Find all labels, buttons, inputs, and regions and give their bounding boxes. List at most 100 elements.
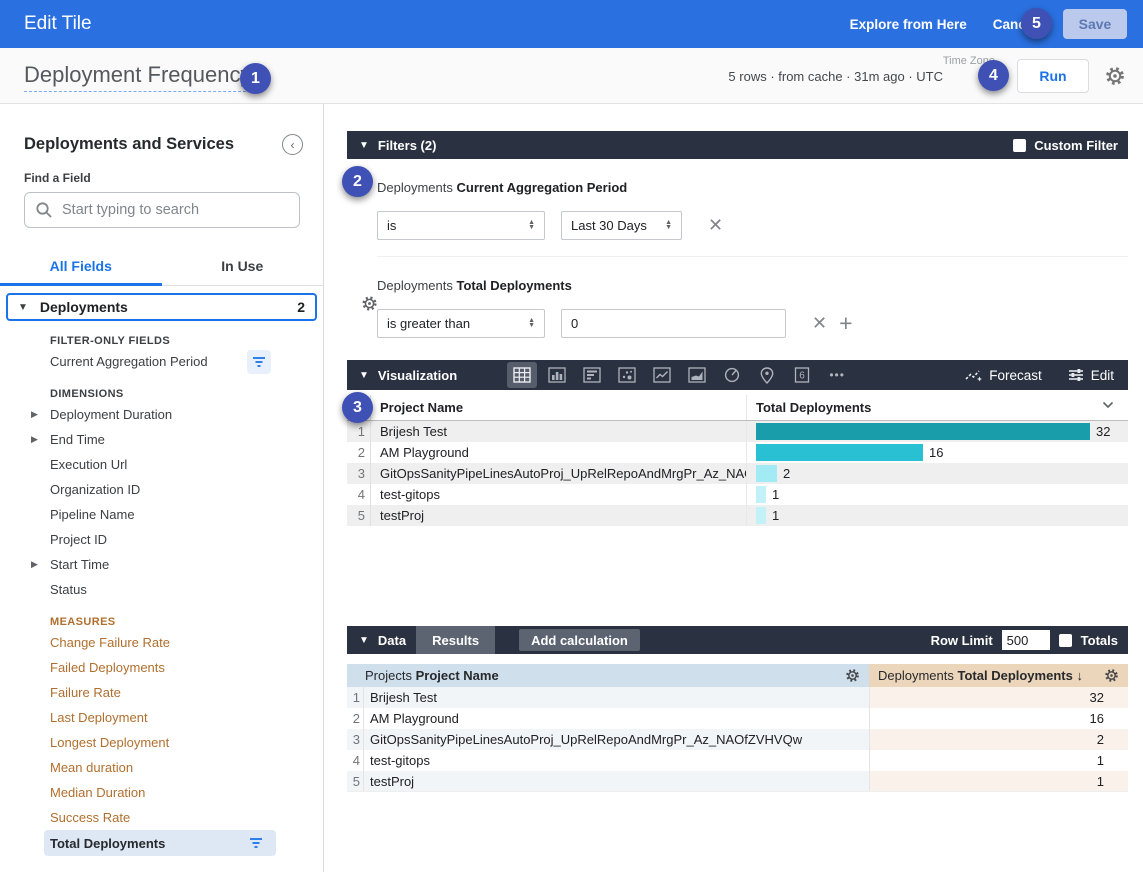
collapse-sidebar-icon[interactable]: ‹ — [282, 134, 303, 155]
add-calculation-button[interactable]: Add calculation — [519, 629, 640, 651]
table-row[interactable]: 2AM Playground 16 — [347, 708, 1128, 729]
table-row[interactable]: 5 testProj 1 — [347, 505, 1128, 526]
run-button[interactable]: Run — [1017, 59, 1089, 93]
visualization-section-bar[interactable]: ▼ Visualization — [347, 360, 1128, 390]
table-row[interactable]: 3GitOpsSanityPipeLinesAutoProj_UpRelRepo… — [347, 729, 1128, 750]
sidebar-item-execution-url[interactable]: Execution Url — [0, 452, 323, 477]
custom-filter-checkbox[interactable] — [1013, 139, 1026, 152]
sidebar-item-start-time[interactable]: ▶Start Time — [0, 552, 323, 577]
map-pin-viz-icon[interactable] — [752, 362, 782, 388]
column-header-total-deployments[interactable]: Deployments Total Deployments ↓ — [869, 664, 1128, 687]
column-chart-viz-icon[interactable] — [542, 362, 572, 388]
sidebar-item-median-duration[interactable]: Median Duration — [0, 780, 323, 805]
tab-results[interactable]: Results — [416, 626, 495, 654]
column-header-project-name[interactable]: Projects Project Name — [347, 664, 869, 687]
gear-icon[interactable] — [1103, 667, 1120, 684]
filter-list-icon[interactable] — [244, 831, 268, 855]
search-icon — [35, 201, 53, 219]
remove-filter-icon[interactable]: ✕ — [708, 215, 723, 236]
field-picker-sidebar: Deployments and Services ‹ Find a Field … — [0, 104, 324, 872]
row-limit-input[interactable] — [1002, 630, 1050, 650]
table-viz-icon[interactable] — [507, 362, 537, 388]
dimensions-header: DIMENSIONS — [50, 388, 323, 400]
single-value-viz-icon[interactable]: 6 — [787, 362, 817, 388]
line-chart-viz-icon[interactable] — [647, 362, 677, 388]
gear-icon[interactable] — [844, 667, 861, 684]
forecast-button[interactable]: Forecast — [965, 368, 1042, 383]
data-section-title: Data — [378, 633, 406, 648]
expand-icon[interactable]: ▶ — [31, 409, 38, 420]
sidebar-item-organization-id[interactable]: Organization ID — [0, 477, 323, 502]
sidebar-item-longest-deployment[interactable]: Longest Deployment — [0, 730, 323, 755]
sidebar-item-change-failure-rate[interactable]: Change Failure Rate — [0, 630, 323, 655]
sidebar-item-failure-rate[interactable]: Failure Rate — [0, 680, 323, 705]
edit-viz-button[interactable]: Edit — [1068, 368, 1114, 383]
field-search-box[interactable] — [24, 192, 300, 228]
tab-all-fields[interactable]: All Fields — [0, 252, 162, 285]
save-button[interactable]: Save — [1063, 9, 1127, 39]
sidebar-item-mean-duration[interactable]: Mean duration — [0, 755, 323, 780]
filter-operator-select[interactable]: is ▲▼ — [377, 211, 545, 240]
sidebar-item-failed-deployments[interactable]: Failed Deployments — [0, 655, 323, 680]
data-section-bar[interactable]: ▼ Data Results Add calculation Row Limit… — [347, 626, 1128, 654]
viz-type-switcher: 6 ••• — [507, 362, 852, 388]
viz-col-total-deployments[interactable]: Total Deployments — [747, 395, 1128, 420]
sidebar-tabs: All Fields In Use — [0, 252, 323, 286]
more-viz-types-icon[interactable]: ••• — [822, 362, 852, 388]
viz-table: Project Name Total Deployments 1 Brijesh… — [347, 395, 1128, 526]
remove-filter-icon[interactable]: ✕ — [812, 313, 827, 334]
filter-row-aggregation-period: Deployments Current Aggregation Period i… — [347, 180, 1128, 257]
tune-icon — [1068, 368, 1084, 382]
viz-table-header: Project Name Total Deployments — [347, 395, 1128, 421]
filter-list-icon[interactable] — [247, 350, 271, 374]
tab-in-use[interactable]: In Use — [162, 252, 324, 285]
table-row[interactable]: 2 AM Playground 16 — [347, 442, 1128, 463]
chevron-down-icon[interactable]: ▼ — [359, 370, 369, 381]
filter-operator-select[interactable]: is greater than ▲▼ — [377, 309, 545, 338]
sidebar-item-pipeline-name[interactable]: Pipeline Name — [0, 502, 323, 527]
area-chart-viz-icon[interactable] — [682, 362, 712, 388]
filters-section-bar[interactable]: ▼ Filters (2) Custom Filter — [347, 131, 1128, 159]
table-row[interactable]: 1 Brijesh Test 32 — [347, 421, 1128, 442]
totals-checkbox[interactable] — [1059, 634, 1072, 647]
filter-value-select[interactable]: Last 30 Days ▲▼ — [561, 211, 682, 240]
sidebar-item-end-time[interactable]: ▶End Time — [0, 427, 323, 452]
table-row[interactable]: 4 test-gitops 1 — [347, 484, 1128, 505]
gear-icon[interactable] — [360, 294, 379, 313]
sidebar-item-total-deployments[interactable]: Total Deployments — [44, 830, 276, 856]
results-table: Projects Project Name Deployments Total … — [347, 664, 1128, 792]
sidebar-item-status[interactable]: Status — [0, 577, 323, 602]
gear-icon[interactable] — [1103, 64, 1127, 88]
table-row[interactable]: 5testProj 1 — [347, 771, 1128, 792]
chevron-down-icon[interactable] — [1102, 401, 1114, 409]
sidebar-item-current-aggregation-period[interactable]: Current Aggregation Period — [0, 349, 323, 374]
row-limit-label: Row Limit — [931, 633, 993, 648]
viz-col-project-name[interactable]: Project Name — [371, 395, 747, 420]
sort-desc-icon: ↓ — [1076, 668, 1083, 683]
filter-value-input[interactable] — [561, 309, 786, 338]
search-input[interactable] — [62, 202, 272, 218]
row-chart-viz-icon[interactable] — [577, 362, 607, 388]
explore-from-here-link[interactable]: Explore from Here — [850, 17, 967, 32]
sidebar-item-success-rate[interactable]: Success Rate — [0, 805, 323, 830]
add-filter-icon[interactable]: + — [839, 310, 852, 337]
page-title[interactable]: Deployment Frequency — [24, 62, 251, 92]
table-row[interactable]: 4test-gitops 1 — [347, 750, 1128, 771]
scatter-plot-viz-icon[interactable] — [612, 362, 642, 388]
sidebar-item-project-id[interactable]: Project ID — [0, 527, 323, 552]
filters-section-title: Filters (2) — [378, 138, 437, 153]
custom-filter-label: Custom Filter — [1034, 138, 1118, 153]
expand-icon[interactable]: ▶ — [31, 559, 38, 570]
sidebar-title: Deployments and Services — [24, 135, 234, 154]
sidebar-item-deployment-duration[interactable]: ▶Deployment Duration — [0, 402, 323, 427]
chevron-down-icon[interactable]: ▼ — [359, 140, 369, 151]
table-row[interactable]: 1Brijesh Test 32 — [347, 687, 1128, 708]
divider — [377, 256, 1128, 257]
table-row[interactable]: 3 GitOpsSanityPipeLinesAutoProj_UpRelRep… — [347, 463, 1128, 484]
deployments-group-row[interactable]: ▼ Deployments 2 — [6, 293, 317, 321]
expand-icon[interactable]: ▶ — [31, 434, 38, 445]
pie-chart-viz-icon[interactable] — [717, 362, 747, 388]
chevron-down-icon[interactable]: ▼ — [359, 635, 369, 646]
sidebar-item-last-deployment[interactable]: Last Deployment — [0, 705, 323, 730]
explore-header: Deployment Frequency 5 rows · from cache… — [0, 48, 1143, 104]
